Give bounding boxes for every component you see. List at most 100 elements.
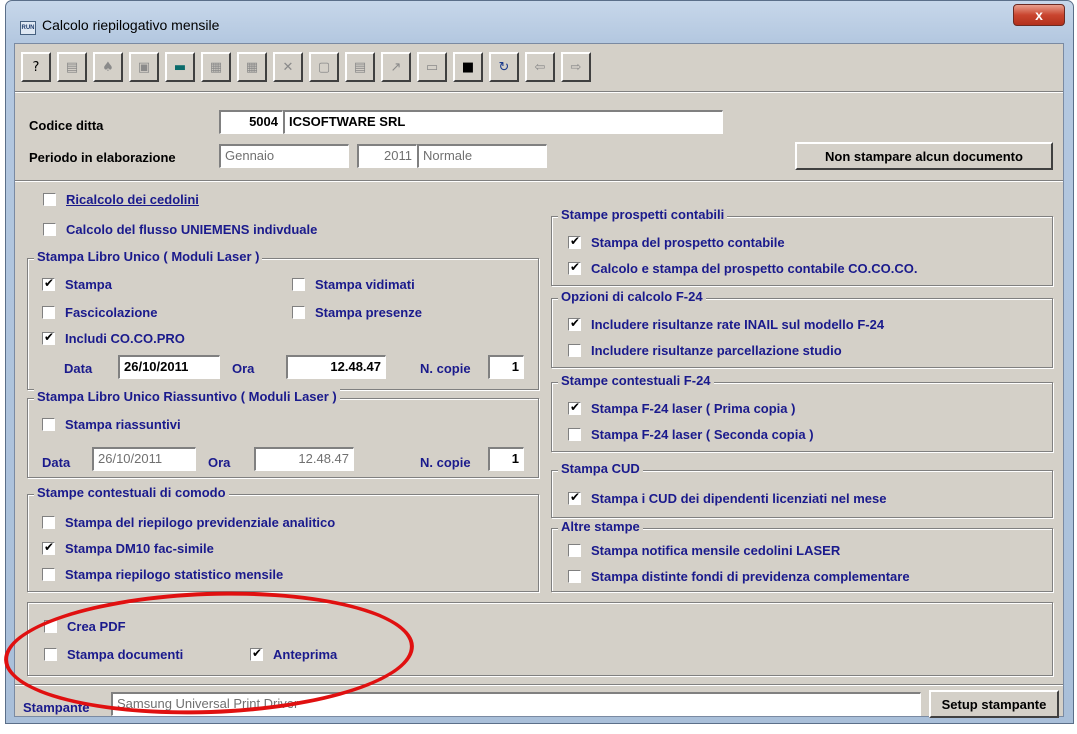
prospetto-cococo-label: Calcolo e stampa del prospetto contabile… (591, 261, 918, 276)
checkbox-box-checked[interactable] (568, 316, 581, 331)
app-icon: RUN (20, 21, 36, 35)
dm10-checkbox[interactable]: Stampa DM10 fac-simile (42, 540, 214, 556)
checkbox-box-checked[interactable] (568, 260, 581, 275)
distinte-fondi-checkbox[interactable]: Stampa distinte fondi di previdenza comp… (568, 569, 910, 584)
print-icon[interactable]: ▤ (345, 52, 375, 82)
riassuntivo-data-field: 26/10/2011 (92, 447, 196, 471)
grid-icon[interactable]: ▦ (237, 52, 267, 82)
riepilogo-statistico-checkbox[interactable]: Stampa riepilogo statistico mensile (42, 567, 283, 582)
stampa-checkbox[interactable]: Stampa (42, 276, 112, 292)
checkbox-box[interactable] (292, 306, 305, 319)
properties-icon[interactable]: ▤ (57, 52, 87, 82)
dm10-label: Stampa DM10 fac-simile (65, 541, 214, 556)
checkbox-box-checked[interactable] (42, 330, 55, 345)
altre-stampe-title: Altre stampe (558, 519, 643, 534)
data-label: Data (64, 361, 93, 376)
checkbox-box[interactable] (42, 306, 55, 319)
edit-icon[interactable]: ▭ (417, 52, 447, 82)
data-field[interactable]: 26/10/2011 (118, 355, 220, 379)
riassuntivo-copie-label: N. copie (420, 455, 471, 470)
riassuntivo-title: Stampa Libro Unico Riassuntivo ( Moduli … (34, 389, 340, 404)
prospetto-cococo-checkbox[interactable]: Calcolo e stampa del prospetto contabile… (568, 260, 918, 276)
riassuntivo-ora-field: 12.48.47 (254, 447, 354, 471)
checkbox-box-checked[interactable] (568, 490, 581, 505)
libro-unico-group: Stampa Libro Unico ( Moduli Laser ) Stam… (27, 249, 539, 390)
checkbox-box-checked[interactable] (42, 540, 55, 555)
f24-opzioni-title: Opzioni di calcolo F-24 (558, 289, 706, 304)
notifica-cedolini-checkbox[interactable]: Stampa notifica mensile cedolini LASER (568, 543, 840, 558)
ricalcolo-checkbox[interactable]: Ricalcolo dei cedolini (43, 192, 199, 207)
title-bar[interactable]: RUN Calcolo riepilogativo mensile x (6, 1, 1073, 43)
stampa-vidimati-label: Stampa vidimati (315, 277, 415, 292)
checkbox-box[interactable] (568, 344, 581, 357)
uniemens-checkbox[interactable]: Calcolo del flusso UNIEMENS indivduale (43, 222, 317, 237)
riassuntivo-ora-label: Ora (208, 455, 231, 470)
codice-ditta-field[interactable]: 5004 (219, 110, 283, 134)
fascicolazione-checkbox[interactable]: Fascicolazione (42, 305, 157, 320)
tipo-field: Normale (417, 144, 547, 168)
paste-icon[interactable]: ▦ (201, 52, 231, 82)
f24-seconda-copia-checkbox[interactable]: Stampa F-24 laser ( Seconda copia ) (568, 427, 814, 442)
fascicolazione-label: Fascicolazione (65, 305, 158, 320)
stampa-riassuntivi-checkbox[interactable]: Stampa riassuntivi (42, 417, 181, 432)
non-stampare-button[interactable]: Non stampare alcun documento (795, 142, 1053, 170)
parcellazione-checkbox[interactable]: Includere risultanze parcellazione studi… (568, 343, 842, 358)
contabili-group: Stampe prospetti contabili Stampa del pr… (551, 207, 1053, 286)
riassuntivo-copie-field[interactable]: 1 (488, 447, 524, 471)
checkbox-box[interactable] (43, 193, 56, 206)
preview-icon[interactable]: ▢ (309, 52, 339, 82)
checkbox-box-checked[interactable] (42, 276, 55, 291)
cud-group: Stampa CUD Stampa i CUD dei dipendenti l… (551, 461, 1053, 518)
f24-contestuali-title: Stampe contestuali F-24 (558, 373, 714, 388)
checkbox-box[interactable] (42, 568, 55, 581)
ora-field[interactable]: 12.48.47 (286, 355, 386, 379)
f24-prima-copia-checkbox[interactable]: Stampa F-24 laser ( Prima copia ) (568, 400, 795, 416)
periodo-label: Periodo in elaborazione (29, 150, 176, 165)
close-button[interactable]: x (1013, 4, 1065, 26)
checkbox-box[interactable] (42, 516, 55, 529)
forward-icon[interactable]: ⇨ (561, 52, 591, 82)
riepilogo-previdenziale-checkbox[interactable]: Stampa del riepilogo previdenziale anali… (42, 515, 335, 530)
help-icon[interactable]: ? (21, 52, 51, 82)
cud-licenziati-checkbox[interactable]: Stampa i CUD dei dipendenti licenziati n… (568, 490, 886, 506)
prospetto-contabile-label: Stampa del prospetto contabile (591, 235, 785, 250)
copie-field[interactable]: 1 (488, 355, 524, 379)
altre-stampe-group: Altre stampe Stampa notifica mensile ced… (551, 519, 1053, 592)
codice-ditta-label: Codice ditta (29, 118, 104, 133)
checkbox-box[interactable] (568, 428, 581, 441)
cud-title: Stampa CUD (558, 461, 643, 476)
uniemens-label: Calcolo del flusso UNIEMENS indivduale (66, 222, 318, 237)
toolbar-separator (15, 91, 1063, 93)
riepilogo-previdenziale-label: Stampa del riepilogo previdenziale anali… (65, 515, 336, 530)
stampa-vidimati-checkbox[interactable]: Stampa vidimati (292, 277, 415, 292)
distinte-fondi-label: Stampa distinte fondi di previdenza comp… (591, 569, 910, 584)
ditta-name-field[interactable]: ICSOFTWARE SRL (283, 110, 723, 134)
calculator-icon[interactable]: ▬ (165, 52, 195, 82)
includi-cocopro-checkbox[interactable]: Includi CO.CO.PRO (42, 330, 185, 346)
ora-label: Ora (232, 361, 255, 376)
back-icon[interactable]: ⇦ (525, 52, 555, 82)
comodo-title: Stampe contestuali di comodo (34, 485, 229, 500)
prospetto-contabile-checkbox[interactable]: Stampa del prospetto contabile (568, 234, 785, 250)
checkbox-box[interactable] (43, 223, 56, 236)
export-icon[interactable]: ↗ (381, 52, 411, 82)
stampa-presenze-checkbox[interactable]: Stampa presenze (292, 305, 422, 320)
riassuntivo-group: Stampa Libro Unico Riassuntivo ( Moduli … (27, 389, 539, 478)
checkbox-box-checked[interactable] (568, 234, 581, 249)
f24-contestuali-group: Stampe contestuali F-24 Stampa F-24 lase… (551, 373, 1053, 452)
checkbox-box[interactable] (568, 570, 581, 583)
copy-record-icon[interactable]: ▣ (129, 52, 159, 82)
checkbox-box[interactable] (292, 278, 305, 291)
refresh-icon[interactable]: ↻ (489, 52, 519, 82)
inail-checkbox[interactable]: Includere risultanze rate INAIL sul mode… (568, 316, 884, 332)
save-icon[interactable]: ■ (453, 52, 483, 82)
checkbox-box[interactable] (42, 418, 55, 431)
copie-label: N. copie (420, 361, 471, 376)
checkbox-box[interactable] (568, 544, 581, 557)
delete-icon[interactable]: ✕ (273, 52, 303, 82)
checkbox-box-checked[interactable] (568, 400, 581, 415)
anno-field: 2011 (357, 144, 417, 168)
find-icon[interactable]: ♠ (93, 52, 123, 82)
ricalcolo-label: Ricalcolo dei cedolini (66, 192, 199, 207)
setup-stampante-button[interactable]: Setup stampante (929, 690, 1059, 718)
